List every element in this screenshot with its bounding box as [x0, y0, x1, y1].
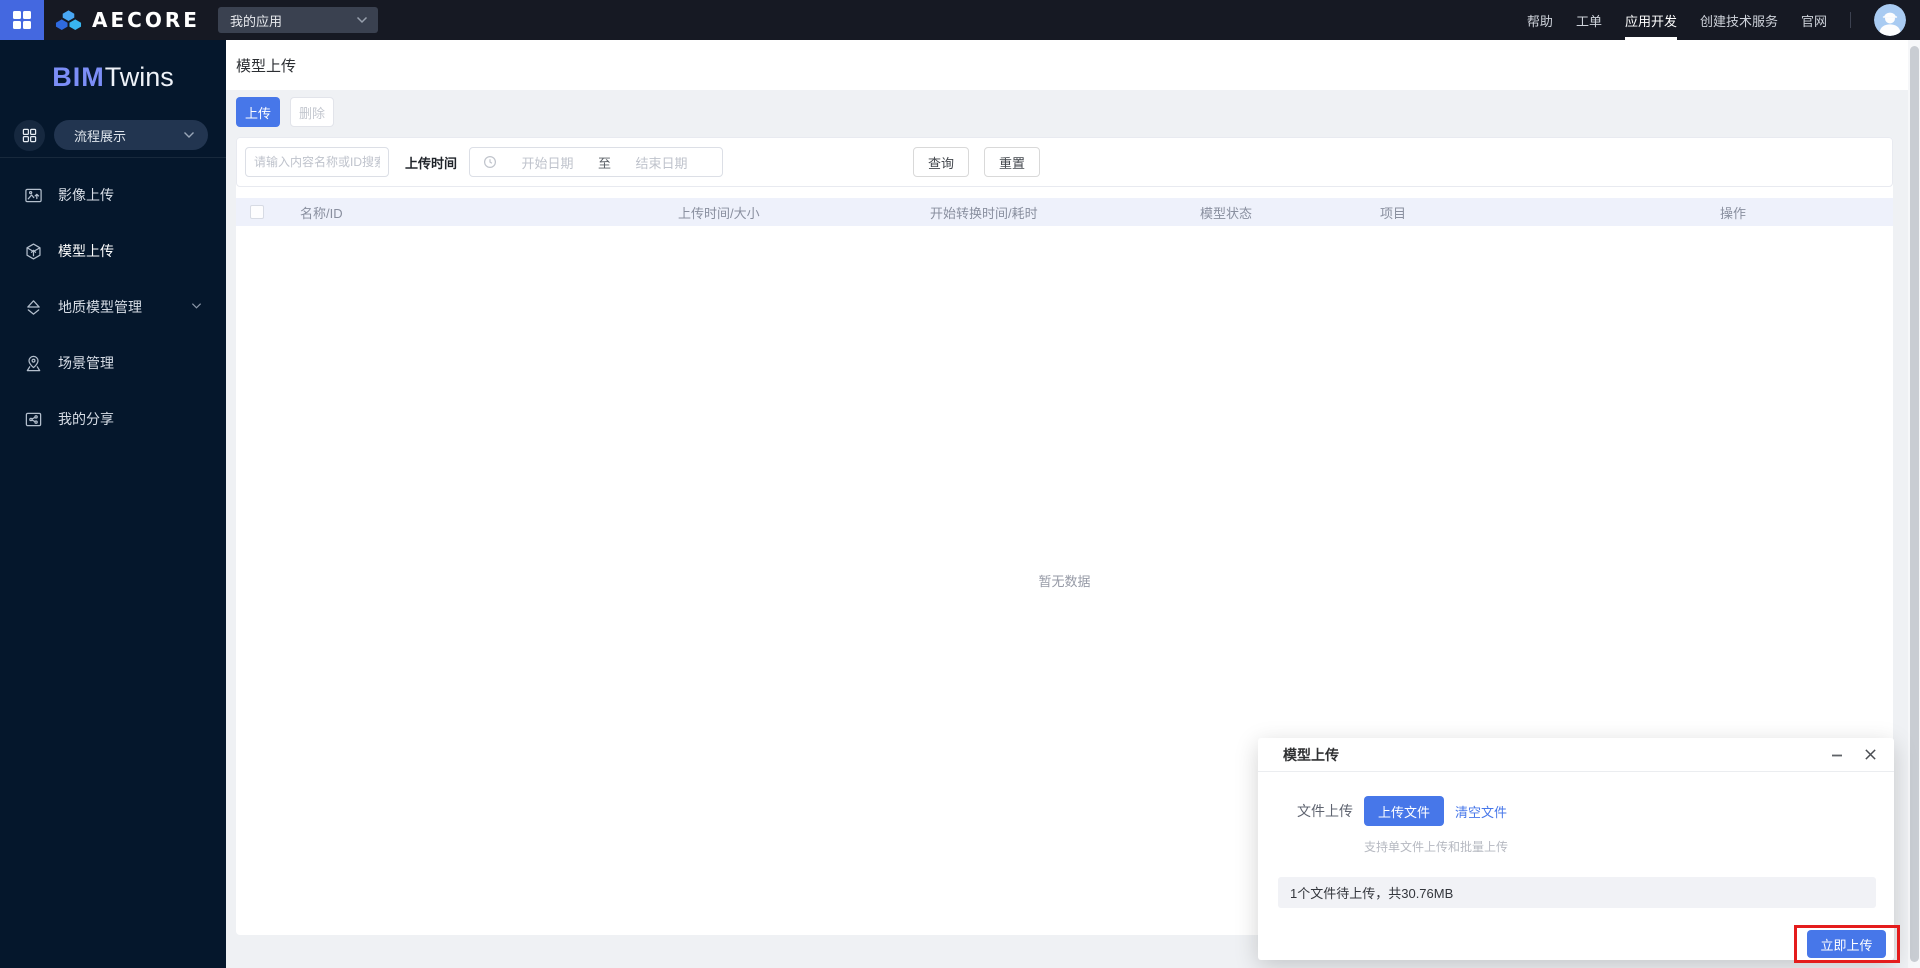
app-select-value: 我的应用 [230, 13, 283, 29]
brand-name: AECORE [92, 8, 200, 32]
app-launcher-button[interactable] [0, 0, 44, 40]
annotation-highlight-box [1794, 925, 1900, 963]
upload-hint-text: 支持单文件上传和批量上传 [1364, 840, 1509, 854]
sidebar-item-image-upload[interactable]: 影像上传 [0, 167, 226, 223]
chevron-down-icon [184, 132, 194, 138]
image-upload-icon [25, 188, 42, 202]
share-icon [25, 412, 42, 426]
end-date-placeholder[interactable]: 结束日期 [611, 153, 712, 172]
column-upload-time-size: 上传时间/大小 [678, 205, 760, 221]
grid-icon [22, 128, 37, 142]
page-scrollbar[interactable] [1908, 40, 1920, 968]
column-model-status: 模型状态 [1200, 205, 1253, 221]
divider [0, 157, 226, 158]
empty-state-text: 暂无数据 [1038, 574, 1091, 589]
sidebar-item-geology-model[interactable]: 地质模型管理 [0, 279, 226, 335]
column-project: 项目 [1380, 205, 1407, 221]
sidebar-nav: 影像上传 模型上传 地质模型管理 场景管理 我的分享 [0, 167, 226, 447]
divider [1850, 12, 1851, 28]
file-upload-label: 文件上传 [1297, 803, 1353, 819]
delete-button[interactable]: 删除 [290, 97, 334, 127]
app-select[interactable]: 我的应用 [218, 7, 378, 33]
topbar-item-workorder[interactable]: 工单 [1576, 0, 1602, 40]
geology-layers-icon [27, 299, 40, 315]
file-summary-bar: 1个文件待上传，共30.76MB [1278, 877, 1876, 908]
sidebar-item-my-shares[interactable]: 我的分享 [0, 391, 226, 447]
mode-row: 流程展示 [14, 119, 208, 151]
chevron-down-icon [191, 303, 202, 309]
minimize-icon[interactable] [1829, 747, 1845, 763]
query-button[interactable]: 查询 [913, 147, 970, 177]
column-name-id: 名称/ID [300, 205, 343, 221]
grid-icon [13, 11, 31, 29]
table-header: 名称/ID 上传时间/大小 开始转换时间/耗时 模型状态 项目 操作 [236, 198, 1893, 226]
date-range-picker[interactable]: 开始日期 至 结束日期 [469, 147, 724, 177]
topbar-menu: 帮助 工单 应用开发 创建技术服务 官网 [1527, 0, 1906, 40]
clear-files-link[interactable]: 清空文件 [1455, 802, 1507, 821]
sidebar-item-label: 模型上传 [58, 243, 114, 259]
column-action: 操作 [1720, 205, 1747, 221]
aecore-logo-icon [55, 8, 82, 33]
map-pin-icon [26, 355, 41, 371]
sidebar: BIMTwins 流程展示 影像上传 模型上传 地质模型管理 场景管理 我的分享 [0, 40, 226, 968]
reset-button[interactable]: 重置 [984, 147, 1041, 177]
mode-select[interactable]: 流程展示 [54, 120, 208, 150]
topbar: AECORE 我的应用 帮助 工单 应用开发 创建技术服务 官网 [0, 0, 1920, 40]
modal-title: 模型上传 [1283, 746, 1339, 763]
user-avatar[interactable] [1874, 4, 1906, 36]
model-upload-icon [26, 242, 41, 260]
upload-button[interactable]: 上传 [236, 97, 280, 127]
search-input[interactable] [245, 147, 389, 177]
sidebar-item-label: 场景管理 [58, 355, 114, 371]
bimtwins-logo: BIMTwins [0, 62, 226, 93]
title-band: 模型上传 [226, 40, 1908, 90]
filter-bar: 上传时间 开始日期 至 结束日期 查询 重置 [236, 137, 1893, 187]
modal-header: 模型上传 [1258, 738, 1894, 772]
brand: AECORE [55, 0, 200, 40]
topbar-item-help[interactable]: 帮助 [1527, 0, 1553, 40]
sidebar-item-label: 我的分享 [58, 411, 114, 427]
chevron-down-icon [356, 16, 368, 24]
upload-file-button[interactable]: 上传文件 [1364, 796, 1444, 826]
header-checkbox-cell [236, 205, 280, 219]
dashboard-grid-button[interactable] [14, 119, 45, 151]
column-convert-time: 开始转换时间/耗时 [930, 205, 1038, 221]
mode-select-value: 流程展示 [74, 128, 127, 144]
select-all-checkbox[interactable] [250, 205, 264, 219]
close-icon[interactable] [1862, 747, 1878, 763]
topbar-item-official-site[interactable]: 官网 [1801, 0, 1827, 40]
topbar-item-create-service[interactable]: 创建技术服务 [1700, 0, 1778, 40]
page-title: 模型上传 [236, 57, 297, 75]
date-to-label: 至 [598, 155, 612, 171]
sidebar-item-scene-management[interactable]: 场景管理 [0, 335, 226, 391]
sidebar-item-label: 影像上传 [58, 187, 114, 203]
scrollbar-thumb[interactable] [1909, 46, 1919, 962]
upload-time-label: 上传时间 [405, 155, 458, 171]
logo-text-twins: Twins [104, 62, 174, 92]
file-upload-row: 文件上传 上传文件 清空文件 [1258, 796, 1507, 826]
clock-icon [484, 155, 497, 169]
logo-text-bim: BIM [52, 62, 105, 92]
sidebar-item-model-upload[interactable]: 模型上传 [0, 223, 226, 279]
start-date-placeholder[interactable]: 开始日期 [497, 153, 598, 172]
sidebar-item-label: 地质模型管理 [58, 299, 142, 315]
topbar-item-app-dev[interactable]: 应用开发 [1624, 0, 1677, 40]
